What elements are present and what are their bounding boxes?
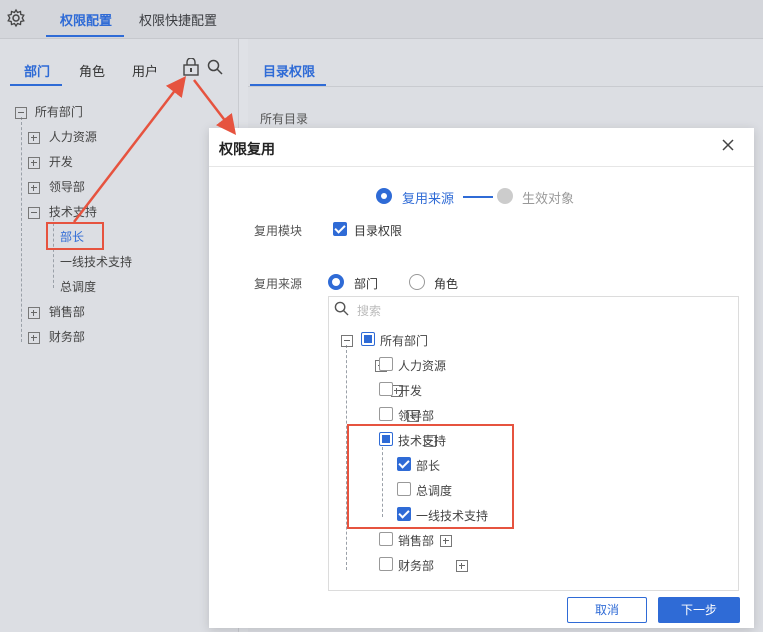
expand-icon[interactable] bbox=[455, 559, 468, 572]
tree-node-lead: 领导部 bbox=[398, 409, 435, 423]
expand-icon[interactable] bbox=[28, 156, 40, 169]
checkbox-lead[interactable] bbox=[379, 407, 393, 421]
step-2-label: 生效对象 bbox=[522, 192, 575, 207]
radio-department-label: 部门 bbox=[354, 277, 379, 291]
lock-copy-icon[interactable] bbox=[182, 58, 202, 76]
module-label: 复用模块 bbox=[254, 224, 303, 238]
radio-department[interactable] bbox=[328, 274, 344, 290]
collapse-icon[interactable] bbox=[28, 206, 40, 219]
tree-node-dev[interactable]: 开发 bbox=[28, 153, 73, 170]
step-connector bbox=[463, 196, 493, 198]
radio-role-label: 角色 bbox=[434, 277, 459, 291]
checkbox-dispatch[interactable] bbox=[397, 482, 411, 496]
tree-node-tech: 技术支持 bbox=[398, 434, 447, 448]
dialog-title: 权限复用 bbox=[219, 142, 275, 158]
subtab-department[interactable]: 部门 bbox=[24, 61, 50, 80]
divider bbox=[248, 86, 763, 87]
search-placeholder: 搜索 bbox=[357, 304, 382, 318]
expand-icon[interactable] bbox=[28, 131, 40, 144]
all-directories-label: 所有目录 bbox=[260, 112, 309, 126]
tree-node-all[interactable]: 所有部门 bbox=[15, 103, 83, 120]
subtab-user[interactable]: 用户 bbox=[132, 61, 158, 80]
cancel-button[interactable]: 取消 bbox=[567, 597, 647, 623]
checkbox-frontline-support[interactable] bbox=[397, 507, 411, 521]
checkbox-hr[interactable] bbox=[379, 357, 393, 371]
checkbox-tech[interactable] bbox=[379, 432, 393, 446]
tree-node-frontline-support: 一线技术支持 bbox=[416, 509, 489, 523]
tree-node-all: 所有部门 bbox=[380, 334, 429, 348]
tree-node-sales[interactable]: 销售部 bbox=[28, 303, 85, 320]
dialog-divider bbox=[209, 166, 754, 167]
module-checkbox[interactable] bbox=[333, 222, 347, 236]
gear-icon[interactable] bbox=[6, 8, 26, 28]
expand-icon[interactable] bbox=[28, 306, 40, 319]
collapse-icon[interactable] bbox=[15, 106, 27, 119]
radio-role[interactable] bbox=[409, 274, 425, 290]
close-icon[interactable] bbox=[721, 138, 735, 152]
tree-node-minister[interactable]: 部长 bbox=[60, 228, 84, 245]
tree-node-finance: 财务部 bbox=[398, 559, 435, 573]
source-label: 复用来源 bbox=[254, 277, 303, 291]
expand-icon[interactable] bbox=[28, 331, 40, 344]
checkbox-sales[interactable] bbox=[379, 532, 393, 546]
subtab-underline bbox=[10, 84, 62, 86]
tree-node-dispatch: 总调度 bbox=[416, 484, 453, 498]
tree-node-lead[interactable]: 领导部 bbox=[28, 178, 85, 195]
search-field[interactable] bbox=[328, 296, 739, 324]
tree-node-hr: 人力资源 bbox=[398, 359, 447, 373]
tree-node-sales: 销售部 bbox=[398, 534, 435, 548]
module-option-label: 目录权限 bbox=[354, 224, 403, 238]
next-button[interactable]: 下一步 bbox=[658, 597, 740, 623]
step-2-indicator bbox=[497, 188, 513, 204]
tree-guide-line bbox=[382, 447, 383, 517]
expand-icon[interactable] bbox=[439, 534, 452, 547]
search-icon[interactable] bbox=[207, 59, 223, 75]
tree-node-finance[interactable]: 财务部 bbox=[28, 328, 85, 345]
tab-directory-permission[interactable]: 目录权限 bbox=[263, 61, 315, 80]
collapse-icon[interactable] bbox=[341, 334, 353, 347]
tree-node-minister: 部长 bbox=[416, 459, 441, 473]
top-bar bbox=[0, 0, 763, 39]
step-1-indicator bbox=[376, 188, 392, 204]
tab-permission-config[interactable]: 权限配置 bbox=[60, 10, 112, 29]
checkbox-minister[interactable] bbox=[397, 457, 411, 471]
tree-node-tech[interactable]: 技术支持 bbox=[28, 203, 97, 220]
tab-permission-quick-config[interactable]: 权限快捷配置 bbox=[139, 10, 217, 29]
tree-node-dispatch[interactable]: 总调度 bbox=[60, 278, 96, 295]
checkbox-all[interactable] bbox=[361, 332, 375, 346]
checkbox-finance[interactable] bbox=[379, 557, 393, 571]
step-1-label: 复用来源 bbox=[402, 192, 455, 207]
active-tab-underline bbox=[46, 35, 124, 37]
search-icon bbox=[334, 301, 349, 316]
tree-node-hr[interactable]: 人力资源 bbox=[28, 128, 97, 145]
tree-guide-line bbox=[21, 117, 22, 342]
expand-icon[interactable] bbox=[28, 181, 40, 194]
tree-node-frontline-support[interactable]: 一线技术支持 bbox=[60, 253, 132, 270]
tree-node-dev: 开发 bbox=[398, 384, 423, 398]
subtab-role[interactable]: 角色 bbox=[79, 61, 105, 80]
checkbox-dev[interactable] bbox=[379, 382, 393, 396]
